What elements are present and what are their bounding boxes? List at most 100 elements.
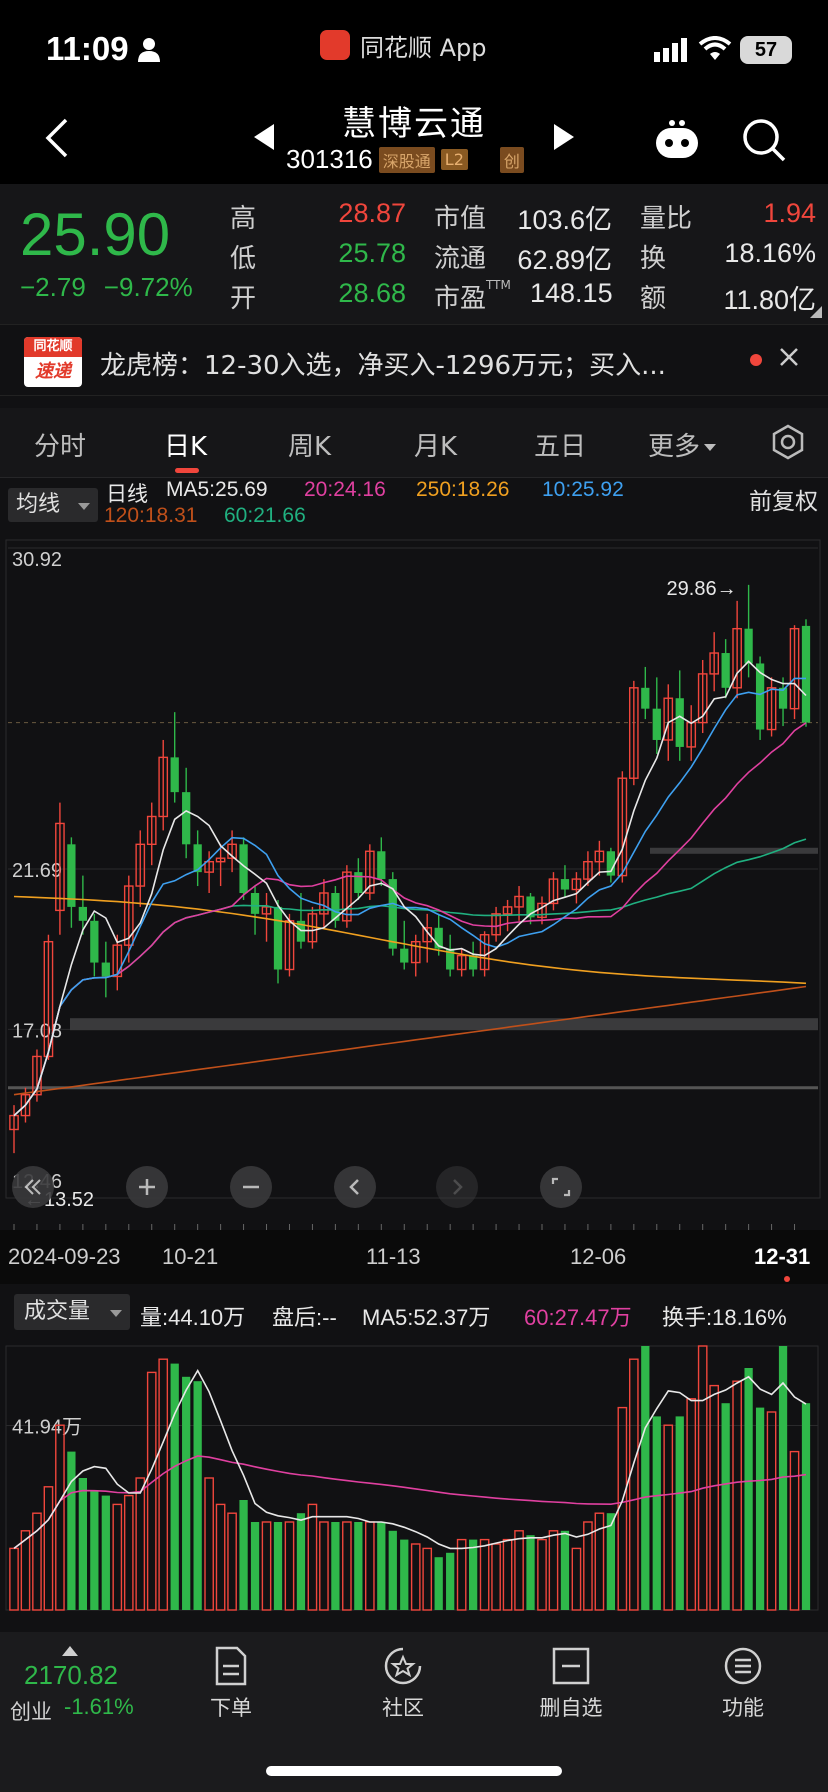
volume-bar	[135, 1477, 146, 1611]
settings-hexagon-icon[interactable]	[770, 424, 806, 460]
active-tab-underline	[175, 468, 199, 473]
news-logo-top: 同花顺	[24, 337, 82, 357]
tab-five-day[interactable]: 五日	[534, 426, 586, 463]
volume-ratio-label: 量比	[640, 204, 693, 234]
volume-bar	[514, 1530, 524, 1611]
open-label: 开	[230, 284, 257, 314]
volume-bar	[182, 1376, 191, 1610]
volume-bar	[400, 1539, 409, 1610]
tab-weekly-k[interactable]: 周K	[288, 426, 331, 463]
zoom-out-button[interactable]	[230, 1166, 272, 1208]
expand-corner-icon[interactable]	[810, 306, 822, 318]
close-icon[interactable]	[778, 346, 800, 368]
volume-bar	[158, 1358, 169, 1611]
chevron-right-icon	[453, 1179, 463, 1195]
high-label: 高	[230, 204, 257, 234]
candle-body	[400, 948, 409, 963]
zoom-in-button[interactable]	[126, 1166, 168, 1208]
scroll-right-button[interactable]	[436, 1166, 478, 1208]
volume-bar	[193, 1381, 202, 1610]
volume-bar	[112, 1503, 123, 1611]
tab-intraday[interactable]: 分时	[34, 426, 86, 463]
indicator-select[interactable]: 成交量	[14, 1294, 130, 1330]
volume-bar	[548, 1530, 559, 1611]
index-value[interactable]: 2170.82	[24, 1660, 118, 1691]
chevron-down-icon	[110, 1310, 122, 1317]
candle-body	[744, 628, 753, 664]
date-label: 12-06	[570, 1244, 627, 1269]
ma250-legend: 250:18.26	[416, 478, 510, 501]
float-value: 62.89亿	[517, 245, 612, 275]
candle-body	[560, 879, 570, 890]
pe-value: 148.15	[530, 278, 613, 308]
scroll-left-button[interactable]	[334, 1166, 376, 1208]
volume-bar	[204, 1477, 214, 1611]
chevron-left-icon	[349, 1179, 359, 1195]
expand-up-icon[interactable]	[62, 1646, 78, 1656]
ai-assistant-robot-icon[interactable]	[652, 114, 702, 164]
person-icon	[138, 38, 160, 62]
volume-bar	[744, 1368, 753, 1610]
volume-bar	[537, 1538, 547, 1611]
remove-watchlist-button[interactable]: 删自选	[516, 1646, 626, 1736]
last-price: 25.90	[20, 201, 171, 268]
tab-more[interactable]: 更多	[648, 426, 717, 463]
order-label: 下单	[210, 1696, 252, 1720]
quote-panel[interactable]: 25.90 −2.79 −9.72% 高 28.87 低 25.78 开 28.…	[0, 184, 828, 324]
date-label: 2024-09-23	[8, 1244, 121, 1269]
volume-bar	[146, 1371, 157, 1611]
date-axis: 2024-09-23 10-21 11-13 12-06 12-31	[0, 1230, 828, 1284]
candle-body	[90, 920, 99, 963]
volume-bar	[571, 1547, 582, 1611]
volume-bar	[721, 1403, 730, 1610]
volume-bar	[67, 1451, 76, 1610]
news-logo-bottom: 速递	[35, 361, 71, 382]
search-icon[interactable]	[740, 116, 788, 164]
volume-bar	[9, 1547, 19, 1611]
remove-watchlist-icon	[552, 1647, 590, 1685]
turnover-label: 换	[640, 244, 667, 274]
ma10-legend: 10:25.92	[542, 478, 624, 501]
tab-daily-k[interactable]: 日K	[164, 426, 207, 463]
news-ticker[interactable]: 同花顺 速递 龙虎榜：12-30入选，净买入-1296万元；买入...	[0, 324, 828, 396]
order-button[interactable]: 下单	[176, 1646, 286, 1736]
candle-body	[182, 792, 191, 845]
fullscreen-button[interactable]	[540, 1166, 582, 1208]
resistance-band	[650, 847, 818, 854]
battery-indicator: 57	[740, 36, 792, 64]
volume-bar	[491, 1543, 501, 1611]
index-name: 创业	[10, 1700, 52, 1724]
jump-start-button[interactable]	[12, 1166, 54, 1208]
next-stock-arrow-icon[interactable]	[552, 122, 576, 152]
community-button[interactable]: 社区	[348, 1646, 458, 1736]
chevron-down-icon	[78, 503, 90, 510]
date-label: 11-13	[366, 1244, 421, 1269]
app-switch-pill[interactable]: 同花顺 App	[320, 28, 487, 62]
ma-legend: 均线 日线 MA5:25.69 20:24.16 250:18.26 10:25…	[0, 478, 828, 534]
volume-chart[interactable]: 41.94万	[0, 1340, 828, 1612]
stock-name: 慧博云通	[342, 104, 486, 144]
after-hours-value: 盘后:--	[272, 1305, 337, 1330]
adjustment-mode-toggle[interactable]: 前复权	[749, 482, 818, 516]
ma20-legend: 20:24.16	[304, 478, 386, 501]
cellular-signal-icon	[654, 38, 687, 62]
tab-monthly-k[interactable]: 月K	[414, 426, 457, 463]
candle-body	[354, 872, 363, 893]
badge-l2[interactable]: L2	[440, 149, 468, 170]
mcap-value: 103.6亿	[517, 205, 612, 235]
news-text[interactable]: 龙虎榜：12-30入选，净买入-1296万元；买入...	[100, 345, 720, 382]
volume-bar	[560, 1530, 570, 1610]
ma-type-select[interactable]: 均线	[8, 488, 98, 522]
float-label: 流通	[434, 244, 487, 274]
home-indicator[interactable]	[266, 1766, 562, 1776]
volume-bar	[468, 1539, 478, 1610]
order-document-icon	[215, 1646, 247, 1686]
volume-bar	[239, 1500, 248, 1610]
volume-bar	[410, 1543, 421, 1611]
candlestick-chart[interactable]: 30.9221.6917.0812.4629.86→←13.52	[0, 530, 828, 1230]
candle-body	[721, 653, 730, 688]
functions-button[interactable]: 功能	[688, 1646, 798, 1736]
stock-header: 慧博云通 301316 深股通 L2 创	[0, 96, 828, 184]
volume-bar	[273, 1522, 283, 1610]
high-value: 28.87	[338, 198, 406, 228]
